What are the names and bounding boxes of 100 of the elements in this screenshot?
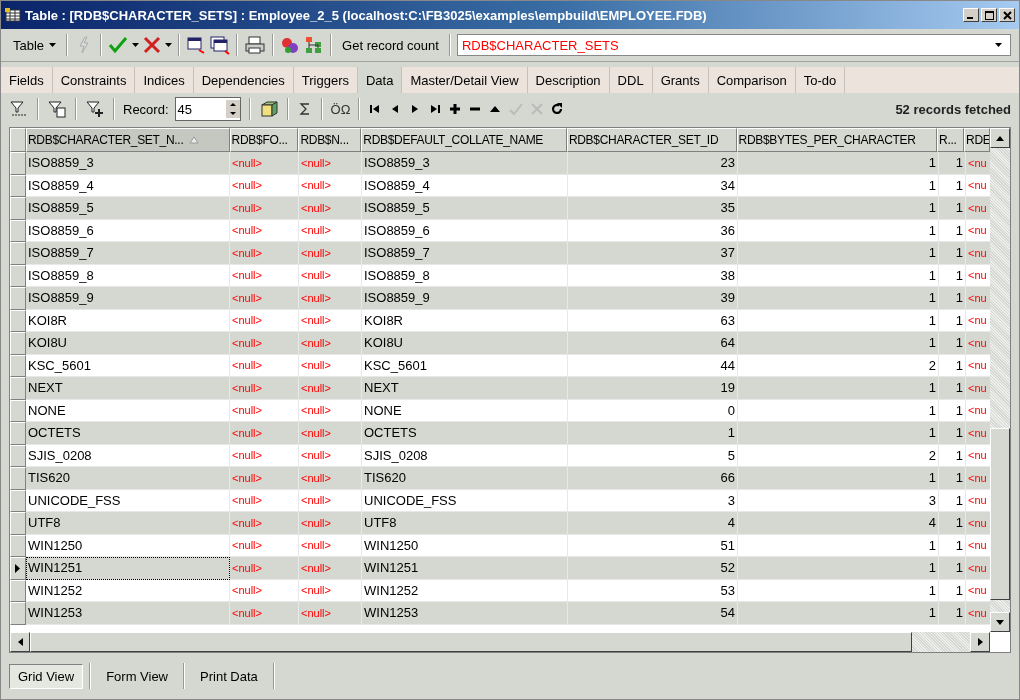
symbols-button[interactable]: ÖΩ <box>330 101 351 117</box>
table-cell: <null> <box>299 512 362 535</box>
minimize-button[interactable] <box>963 8 979 22</box>
column-header[interactable]: RDE <box>964 128 990 152</box>
tab[interactable]: Dependencies <box>193 67 294 93</box>
table-cell: WIN1253 <box>362 602 568 625</box>
table-cell: 1 <box>738 602 939 625</box>
table-cell: OCTETS <box>362 422 568 445</box>
table-cell: <null> <box>230 377 299 400</box>
filter-icon[interactable] <box>47 100 67 118</box>
view-tab[interactable]: Grid View <box>9 663 84 689</box>
tab[interactable]: Comparison <box>708 67 796 93</box>
table-cell: <null> <box>299 332 362 355</box>
tab[interactable]: Triggers <box>293 67 358 93</box>
table-cell: 1 <box>939 152 966 175</box>
tab[interactable]: To-do <box>795 67 846 93</box>
table-cell: <null> <box>230 242 299 265</box>
table-cell: NEXT <box>26 377 230 400</box>
table-cell: 1 <box>939 197 966 220</box>
table-cell: 66 <box>568 467 738 490</box>
printer-icon[interactable] <box>244 35 267 55</box>
column-header[interactable]: RDB$FO... <box>229 128 299 152</box>
tab[interactable]: Grants <box>652 67 709 93</box>
window-title: Table : [RDB$CHARACTER_SETS] : Employee_2_5 (localhost:C:\FB3025\examples\empbuild\EMPLOYEE.FDB) <box>25 7 707 23</box>
table-cell: 1 <box>738 557 939 580</box>
record-field[interactable]: 45 <box>174 97 241 121</box>
table-cell: KOI8U <box>362 332 568 355</box>
table-cell: WIN1253 <box>26 602 230 625</box>
scroll-down-button[interactable] <box>990 612 1010 632</box>
cross-icon[interactable] <box>143 36 162 54</box>
arrow-down-icon <box>996 619 1004 625</box>
view-tab[interactable]: Form View <box>97 663 177 689</box>
column-header[interactable]: RDB$BYTES_PER_CHARACTER <box>736 128 938 152</box>
table-cell: <null> <box>230 197 299 220</box>
scroll-left-button[interactable] <box>10 632 30 652</box>
caret-icon[interactable] <box>165 43 173 47</box>
table-menu-button[interactable]: Table <box>9 34 61 56</box>
table-cell: WIN1251 <box>362 557 568 580</box>
arrow-left-icon <box>17 638 23 646</box>
maximize-icon <box>984 10 994 20</box>
table-cell: 1 <box>738 242 939 265</box>
caret-icon <box>995 43 1002 47</box>
last-icon[interactable] <box>428 103 443 115</box>
cube-icon[interactable] <box>258 100 279 118</box>
grid-export-icon[interactable] <box>210 35 231 55</box>
scrollbar-thumb[interactable] <box>30 632 912 652</box>
table-cell: <null> <box>230 467 299 490</box>
column-header[interactable]: RDB$DEFAULT_COLLATE_NAME <box>361 128 567 152</box>
table-cell: 1 <box>939 602 966 625</box>
table-cell: 1 <box>738 197 939 220</box>
table-cell: OCTETS <box>26 422 230 445</box>
row-indicator[interactable] <box>10 557 26 580</box>
table-cell: 1 <box>738 287 939 310</box>
table-cell: 4 <box>738 512 939 535</box>
column-header[interactable]: R... <box>937 128 965 152</box>
column-header[interactable]: RDB$N... <box>298 128 362 152</box>
tab[interactable]: Description <box>527 67 610 93</box>
refresh-icon[interactable] <box>550 102 565 116</box>
table-cell: <null> <box>230 287 299 310</box>
record-count-button[interactable]: Get record count <box>338 34 443 56</box>
tab[interactable]: Indices <box>135 67 194 93</box>
table-cell: <null> <box>299 242 362 265</box>
table-cell: 52 <box>568 557 738 580</box>
table-cell: <null> <box>230 602 299 625</box>
table-cell: 19 <box>568 377 738 400</box>
tab[interactable]: DDL <box>609 67 653 93</box>
table-cell: ISO8859_5 <box>26 197 230 220</box>
object-combo[interactable]: RDB$CHARACTER_SETS <box>456 34 1011 56</box>
scrollbar-thumb[interactable] <box>990 428 1010 600</box>
grid-export-icon[interactable] <box>186 35 207 55</box>
tab[interactable]: Constraints <box>52 67 136 93</box>
filter-add-icon[interactable] <box>85 100 105 118</box>
table-cell: <null> <box>299 152 362 175</box>
table-cell: 1 <box>939 377 966 400</box>
table-cell: ISO8859_7 <box>362 242 568 265</box>
column-header[interactable]: RDB$CHARACTER_SET_N... <box>26 128 230 152</box>
check-icon[interactable] <box>508 102 525 116</box>
check-icon[interactable] <box>108 35 129 55</box>
table-cell: ISO8859_9 <box>26 287 230 310</box>
tab[interactable]: Data <box>357 67 403 93</box>
table-cell: 1 <box>738 332 939 355</box>
tab[interactable]: Fields <box>1 67 53 93</box>
tab[interactable]: Master/Detail View <box>402 67 528 93</box>
caret-icon[interactable] <box>132 43 140 47</box>
table-cell: <null> <box>299 287 362 310</box>
table-cell: 35 <box>568 197 738 220</box>
scroll-right-button[interactable] <box>970 632 990 652</box>
table-cell: 64 <box>568 332 738 355</box>
table-cell: 1 <box>939 332 966 355</box>
close-button[interactable] <box>999 8 1015 22</box>
plus-icon[interactable] <box>448 103 463 115</box>
scroll-up-button[interactable] <box>990 128 1010 148</box>
table-cell: KOI8U <box>26 332 230 355</box>
filter-icon[interactable] <box>9 100 29 118</box>
view-tab[interactable]: Print Data <box>191 663 267 689</box>
table-cell: 1 <box>568 422 738 445</box>
table-cell: <null> <box>230 557 299 580</box>
table-cell: <null> <box>230 512 299 535</box>
maximize-button[interactable] <box>981 8 997 22</box>
column-header[interactable]: RDB$CHARACTER_SET_ID <box>566 128 737 152</box>
